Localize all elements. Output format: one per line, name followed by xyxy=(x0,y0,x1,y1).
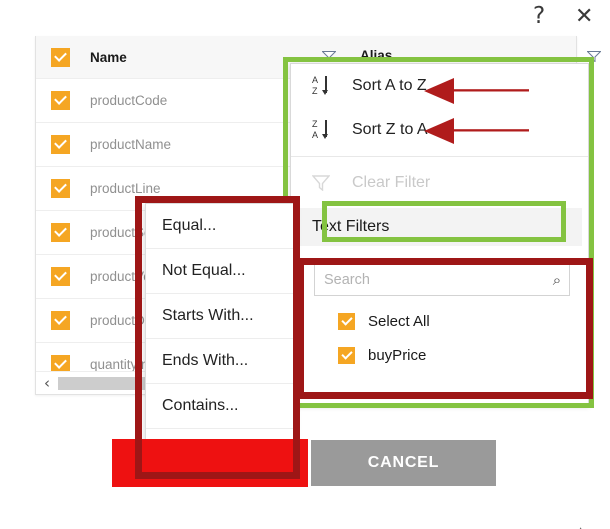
field-name-label: productLine xyxy=(90,181,161,196)
sort-ascending-icon: A Z xyxy=(312,75,338,97)
menu-item-ends-with[interactable]: Ends With... xyxy=(146,339,294,384)
sort-a-to-z-item[interactable]: A Z Sort A to Z xyxy=(291,64,588,108)
sort-a-to-z-label: Sort A to Z xyxy=(352,77,427,94)
menu-item-equal[interactable]: Equal... xyxy=(146,204,294,249)
sort-arrow-down-icon xyxy=(322,120,328,139)
name-column-filter-icon[interactable] xyxy=(322,51,336,62)
alias-column-filter-icon[interactable] xyxy=(587,51,601,62)
field-name-label: quantityIn xyxy=(90,357,149,372)
menu-item-contains[interactable]: Contains... xyxy=(146,384,294,429)
select-all-checkbox[interactable] xyxy=(338,312,355,330)
value-checkbox[interactable] xyxy=(338,346,355,364)
field-name-label: productSc xyxy=(90,225,151,240)
menu-item-not-equal[interactable]: Not Equal... xyxy=(146,249,294,294)
cancel-button[interactable]: CANCEL xyxy=(311,440,496,486)
field-name-label: productVe xyxy=(90,269,151,284)
clear-filter-item[interactable]: Clear Filter xyxy=(291,161,588,205)
column-header-alias: Alias xyxy=(360,48,393,63)
search-box[interactable]: ⌕ xyxy=(314,263,570,296)
sort-descending-icon: Z A xyxy=(312,119,338,141)
sort-arrow-down-icon xyxy=(322,76,328,95)
field-name-label: productCode xyxy=(90,93,168,108)
row-checkbox[interactable] xyxy=(51,135,70,154)
menu-item-starts-with[interactable]: Starts With... xyxy=(146,294,294,339)
search-icon[interactable]: ⌕ xyxy=(545,271,569,289)
filter-dropdown-panel: A Z Sort A to Z Z A Sort Z to A Clear Fi… xyxy=(290,63,589,529)
close-icon[interactable]: ✕ xyxy=(575,6,593,28)
filter-value-list: Select All buyPrice ▲ xyxy=(291,304,588,529)
list-item[interactable]: buyPrice xyxy=(291,338,588,372)
sort-z-to-a-item[interactable]: Z A Sort Z to A xyxy=(291,108,588,152)
list-item-label: Select All xyxy=(368,312,430,330)
row-checkbox[interactable] xyxy=(51,179,70,198)
column-header-name: Name xyxy=(90,49,127,65)
help-icon[interactable]: ? xyxy=(533,5,545,28)
row-checkbox[interactable] xyxy=(51,267,70,286)
list-item[interactable]: Select All xyxy=(291,304,588,338)
menu-divider xyxy=(291,156,588,157)
row-checkbox[interactable] xyxy=(51,311,70,330)
funnel-icon xyxy=(311,172,338,194)
text-filters-submenu: Equal... Not Equal... Starts With... End… xyxy=(145,203,295,470)
field-name-label: productD xyxy=(90,313,145,328)
text-filters-item[interactable]: Text Filters xyxy=(297,208,582,246)
text-filters-label: Text Filters xyxy=(312,218,390,235)
header-select-all-checkbox[interactable] xyxy=(51,47,70,67)
search-input[interactable] xyxy=(315,270,545,289)
sort-z-to-a-label: Sort Z to A xyxy=(352,121,428,138)
row-checkbox[interactable] xyxy=(51,91,70,110)
field-name-label: productName xyxy=(90,137,172,152)
app-window: ? ✕ Name Alias productCode productName p… xyxy=(0,0,610,529)
row-checkbox[interactable] xyxy=(51,223,70,242)
menu-item-custom-filter[interactable]: Custom Filter... xyxy=(146,429,294,473)
scroll-left-arrow-icon[interactable]: ‹ xyxy=(36,374,58,392)
list-item-label: buyPrice xyxy=(368,346,427,364)
clear-filter-label: Clear Filter xyxy=(352,174,431,191)
